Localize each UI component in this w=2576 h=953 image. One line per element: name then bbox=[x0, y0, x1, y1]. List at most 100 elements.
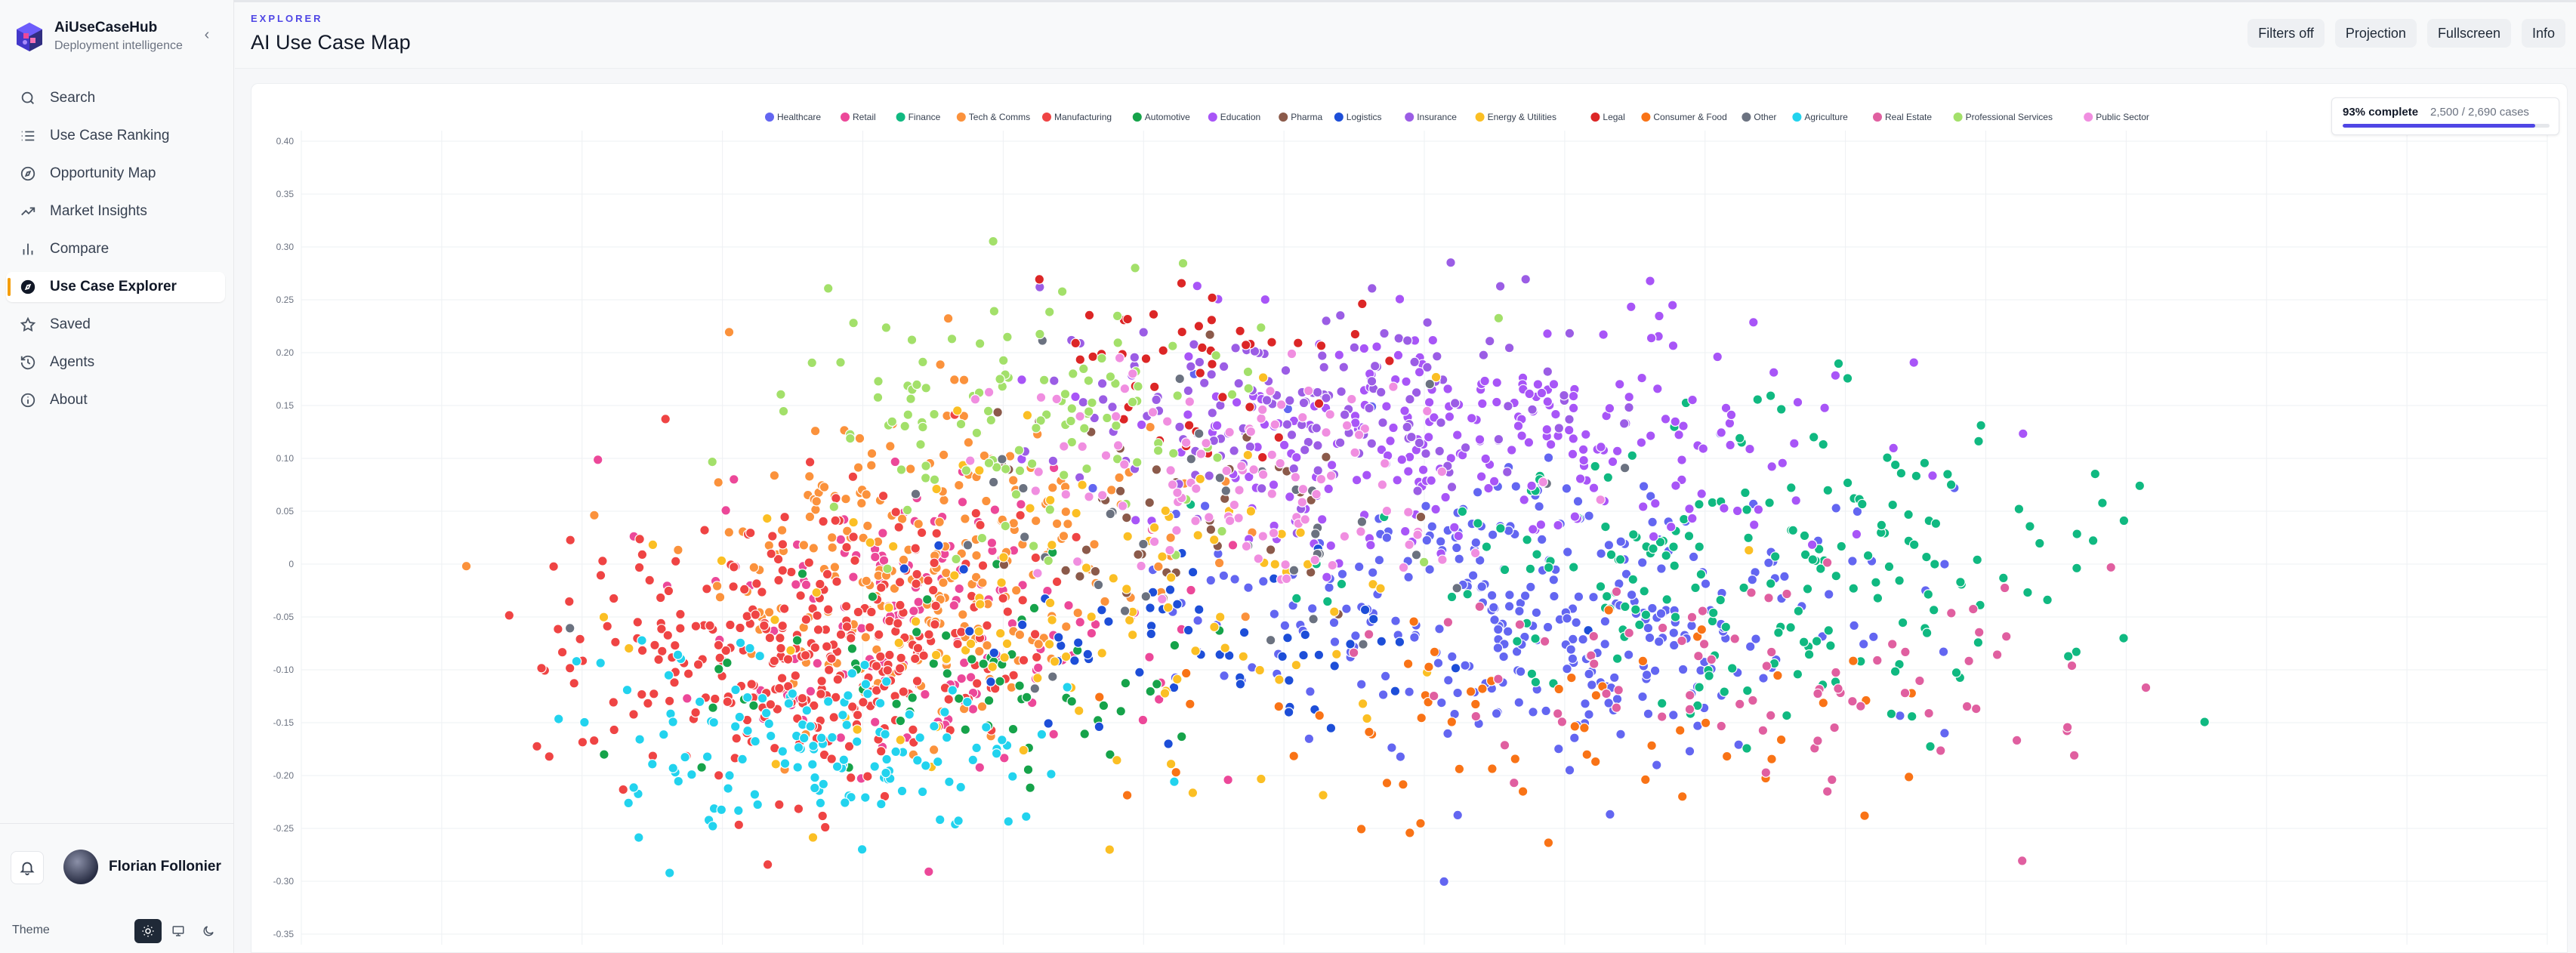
data-point[interactable] bbox=[778, 406, 789, 417]
data-point[interactable] bbox=[1115, 705, 1126, 717]
data-point[interactable] bbox=[860, 631, 872, 643]
data-point[interactable] bbox=[1257, 469, 1269, 480]
data-point[interactable] bbox=[1347, 393, 1357, 405]
sidebar-item-market-insights[interactable]: Market Insights bbox=[6, 196, 225, 227]
data-point[interactable] bbox=[916, 527, 927, 538]
data-point[interactable] bbox=[841, 720, 852, 730]
data-point[interactable] bbox=[1254, 665, 1265, 676]
data-point[interactable] bbox=[1408, 616, 1419, 627]
data-point[interactable] bbox=[1071, 507, 1081, 519]
data-point[interactable] bbox=[1694, 682, 1704, 692]
data-point[interactable] bbox=[1105, 371, 1116, 382]
data-point[interactable] bbox=[1288, 463, 1300, 474]
data-point[interactable] bbox=[1326, 459, 1337, 470]
data-point[interactable] bbox=[1051, 576, 1063, 588]
sidebar-item-use-case-explorer[interactable]: Use Case Explorer bbox=[6, 272, 225, 302]
data-point[interactable] bbox=[686, 769, 697, 780]
data-point[interactable] bbox=[1395, 751, 1406, 762]
data-point[interactable] bbox=[1452, 542, 1462, 554]
data-point[interactable] bbox=[1077, 480, 1087, 490]
data-point[interactable] bbox=[1106, 485, 1117, 495]
data-point[interactable] bbox=[1645, 276, 1655, 286]
data-point[interactable] bbox=[912, 755, 923, 766]
data-point[interactable] bbox=[1031, 422, 1041, 433]
legend-item[interactable]: Consumer & Food bbox=[1641, 112, 1727, 122]
data-point[interactable] bbox=[890, 456, 901, 467]
data-point[interactable] bbox=[906, 335, 918, 345]
data-point[interactable] bbox=[1766, 461, 1777, 472]
data-point[interactable] bbox=[1519, 591, 1531, 601]
data-point[interactable] bbox=[1436, 697, 1447, 708]
data-point[interactable] bbox=[1112, 754, 1122, 766]
data-point[interactable] bbox=[2042, 594, 2053, 606]
data-point[interactable] bbox=[1827, 774, 1837, 785]
data-point[interactable] bbox=[1930, 559, 1940, 569]
data-point[interactable] bbox=[1686, 620, 1697, 631]
data-point[interactable] bbox=[848, 532, 859, 542]
data-point[interactable] bbox=[664, 695, 675, 707]
data-point[interactable] bbox=[1842, 373, 1853, 384]
data-point[interactable] bbox=[770, 759, 782, 769]
data-point[interactable] bbox=[1499, 564, 1510, 575]
data-point[interactable] bbox=[1399, 406, 1410, 416]
data-point[interactable] bbox=[912, 379, 922, 390]
data-point[interactable] bbox=[1700, 717, 1711, 729]
data-point[interactable] bbox=[716, 804, 727, 816]
projection-button[interactable]: Projection bbox=[2334, 19, 2417, 48]
data-point[interactable] bbox=[1081, 463, 1092, 474]
data-point[interactable] bbox=[995, 374, 1005, 384]
data-point[interactable] bbox=[1350, 631, 1361, 641]
data-point[interactable] bbox=[589, 510, 600, 521]
data-point[interactable] bbox=[1031, 652, 1042, 663]
data-point[interactable] bbox=[1029, 629, 1041, 640]
data-point[interactable] bbox=[713, 664, 724, 674]
data-point[interactable] bbox=[869, 551, 881, 563]
data-point[interactable] bbox=[748, 562, 760, 573]
data-point[interactable] bbox=[1584, 510, 1594, 521]
data-point[interactable] bbox=[663, 670, 674, 680]
data-point[interactable] bbox=[952, 405, 963, 416]
data-point[interactable] bbox=[1017, 375, 1027, 385]
data-point[interactable] bbox=[1240, 339, 1251, 350]
data-point[interactable] bbox=[779, 603, 790, 614]
data-point[interactable] bbox=[949, 570, 960, 581]
data-point[interactable] bbox=[1556, 717, 1568, 727]
data-point[interactable] bbox=[1851, 529, 1862, 540]
data-point[interactable] bbox=[1376, 636, 1387, 647]
data-point[interactable] bbox=[1426, 475, 1436, 486]
data-point[interactable] bbox=[1474, 434, 1485, 445]
data-point[interactable] bbox=[1140, 591, 1152, 602]
data-point[interactable] bbox=[1195, 449, 1207, 459]
data-point[interactable] bbox=[681, 693, 693, 704]
data-point[interactable] bbox=[1324, 582, 1334, 593]
data-point[interactable] bbox=[1013, 445, 1025, 455]
data-point[interactable] bbox=[782, 654, 794, 665]
data-point[interactable] bbox=[1282, 419, 1293, 430]
data-point[interactable] bbox=[2134, 480, 2146, 492]
data-point[interactable] bbox=[861, 575, 872, 587]
data-point[interactable] bbox=[634, 734, 645, 745]
data-point[interactable] bbox=[927, 584, 939, 596]
legend-item[interactable]: Healthcare bbox=[765, 112, 821, 122]
data-point[interactable] bbox=[1114, 472, 1124, 483]
data-point[interactable] bbox=[608, 593, 619, 604]
legend-item[interactable]: Legal bbox=[1590, 112, 1625, 122]
data-point[interactable] bbox=[1298, 649, 1309, 661]
data-point[interactable] bbox=[999, 652, 1010, 663]
data-point[interactable] bbox=[1502, 626, 1513, 637]
data-point[interactable] bbox=[1856, 701, 1866, 711]
data-point[interactable] bbox=[1098, 700, 1109, 711]
data-point[interactable] bbox=[981, 495, 992, 507]
data-point[interactable] bbox=[1719, 686, 1730, 697]
data-point[interactable] bbox=[822, 604, 834, 615]
data-point[interactable] bbox=[1168, 448, 1179, 459]
data-point[interactable] bbox=[1612, 693, 1623, 705]
data-point[interactable] bbox=[1657, 622, 1668, 634]
data-point[interactable] bbox=[1427, 335, 1439, 346]
data-point[interactable] bbox=[907, 692, 918, 703]
data-point[interactable] bbox=[1696, 489, 1707, 499]
data-point[interactable] bbox=[1991, 649, 2003, 660]
data-point[interactable] bbox=[708, 702, 718, 713]
legend-item[interactable]: Automotive bbox=[1132, 112, 1190, 122]
data-point[interactable] bbox=[1072, 637, 1084, 648]
